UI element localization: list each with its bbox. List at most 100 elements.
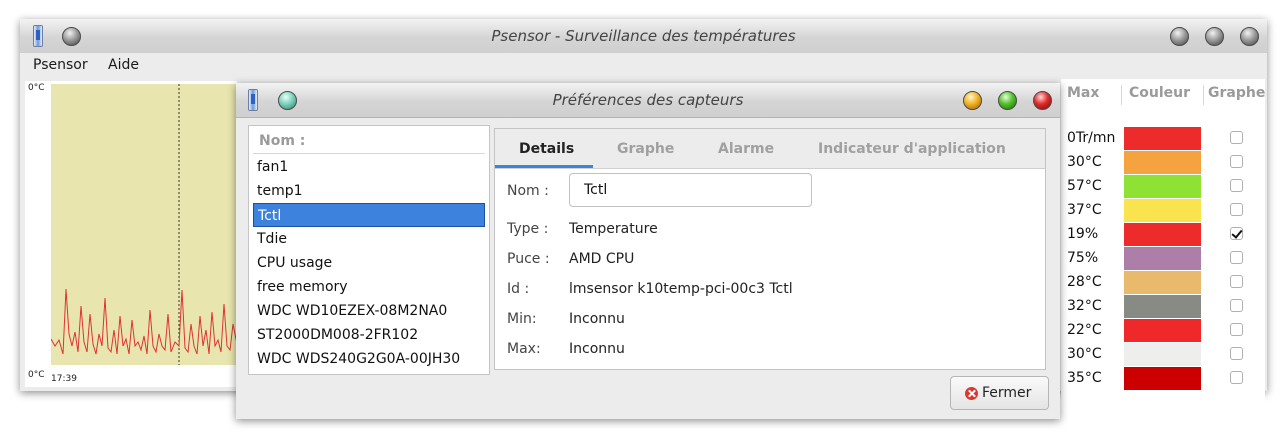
- color-swatch[interactable]: [1124, 343, 1201, 366]
- main-window-title: Psensor - Surveillance des températures: [491, 27, 796, 45]
- sensor-summary-table: Max Couleur Graphe 0Tr/mn 30°C 57°C 37°C 19%…: [1061, 79, 1265, 405]
- sensor-preferences-dialog: Préférences des capteurs Nom : fan1 temp1…: [236, 83, 1060, 419]
- maximize-button[interactable]: [998, 91, 1017, 110]
- graph-checkbox[interactable]: [1230, 371, 1243, 384]
- max-value: 37°C: [1067, 202, 1102, 218]
- column-header-graph[interactable]: Graphe: [1208, 85, 1265, 109]
- sensor-list-header[interactable]: Nom :: [253, 129, 485, 154]
- graph-y-bottom-label: 0°C: [28, 370, 45, 380]
- sensor-list-item[interactable]: free memory: [253, 275, 485, 299]
- id-label: Id :: [507, 281, 530, 297]
- column-separator: [1203, 85, 1204, 105]
- sensor-summary-row[interactable]: 30°C: [1061, 343, 1265, 367]
- column-header-max[interactable]: Max: [1067, 85, 1099, 109]
- sensor-summary-row[interactable]: 32°C: [1061, 295, 1265, 319]
- max-value: 32°C: [1067, 298, 1102, 314]
- menubar: Psensor Aide: [20, 53, 1267, 79]
- chip-label: Puce :: [507, 251, 550, 267]
- color-swatch[interactable]: [1124, 271, 1201, 294]
- minimize-button[interactable]: [1170, 27, 1189, 46]
- tab-graphe[interactable]: Graphe: [617, 141, 674, 157]
- max-label: Max:: [507, 341, 541, 357]
- color-swatch[interactable]: [1124, 175, 1201, 198]
- close-button[interactable]: [1033, 91, 1052, 110]
- sensor-list-item[interactable]: Tctl: [253, 203, 485, 227]
- max-value: 30°C: [1067, 154, 1102, 170]
- sensor-summary-row[interactable]: 19%: [1061, 223, 1265, 247]
- graph-y-top-label: 0°C: [28, 83, 45, 93]
- name-label: Nom :: [507, 183, 549, 199]
- graph-lines: [51, 84, 237, 365]
- max-value: 30°C: [1067, 346, 1102, 362]
- menu-aide[interactable]: Aide: [108, 57, 139, 73]
- id-value: lmsensor k10temp-pci-00c3 Tctl: [569, 281, 793, 297]
- max-value: 75%: [1067, 250, 1099, 266]
- graph-checkbox[interactable]: [1230, 323, 1243, 336]
- menu-psensor[interactable]: Psensor: [33, 57, 88, 73]
- min-value: Inconnu: [569, 311, 625, 327]
- minimize-button[interactable]: [963, 91, 982, 110]
- column-header-color[interactable]: Couleur: [1129, 85, 1190, 109]
- close-button[interactable]: [1240, 27, 1259, 46]
- active-tab-indicator: [495, 165, 593, 168]
- graph-checkbox[interactable]: [1230, 347, 1243, 360]
- sensor-list-item[interactable]: ST2000DM008-2FR102: [253, 323, 485, 347]
- sensor-summary-row[interactable]: 37°C: [1061, 199, 1265, 223]
- close-dialog-label: Fermer: [982, 385, 1032, 401]
- sensor-list-item[interactable]: CPU usage: [253, 251, 485, 275]
- color-swatch[interactable]: [1124, 199, 1201, 222]
- dialog-title: Préférences des capteurs: [552, 91, 744, 109]
- sensor-summary-row[interactable]: 22°C: [1061, 319, 1265, 343]
- maximize-button[interactable]: [1205, 27, 1224, 46]
- sensor-summary-row[interactable]: 28°C: [1061, 271, 1265, 295]
- sensor-list-item[interactable]: temp1: [253, 179, 485, 203]
- max-value: 19%: [1067, 226, 1099, 242]
- graph-plot-area: [51, 84, 237, 365]
- max-value: 0Tr/mn: [1067, 130, 1116, 146]
- close-dialog-button[interactable]: Fermer: [950, 376, 1049, 410]
- graph-x-time-label: 17:39: [51, 374, 77, 384]
- sensor-list[interactable]: Nom : fan1 temp1 Tctl Tdie CPU usage free mem…: [248, 125, 490, 375]
- graph-checkbox[interactable]: [1230, 179, 1243, 192]
- temperature-graph: 0°C 0°C 17:39: [25, 81, 237, 387]
- sensor-list-item[interactable]: Tdie: [253, 227, 485, 251]
- graph-checkbox[interactable]: [1230, 131, 1243, 144]
- sensor-summary-row[interactable]: 0Tr/mn: [1061, 127, 1265, 151]
- color-swatch[interactable]: [1124, 223, 1201, 246]
- max-value: 57°C: [1067, 178, 1102, 194]
- type-value: Temperature: [569, 221, 658, 237]
- color-swatch[interactable]: [1124, 127, 1201, 150]
- sensor-summary-row[interactable]: 75%: [1061, 247, 1265, 271]
- tab-bar: Details Graphe Alarme Indicateur d'appli…: [495, 129, 1045, 169]
- color-swatch[interactable]: [1124, 367, 1201, 390]
- color-swatch[interactable]: [1124, 295, 1201, 318]
- column-separator: [1121, 85, 1122, 105]
- tab-details[interactable]: Details: [519, 141, 574, 157]
- color-swatch[interactable]: [1124, 151, 1201, 174]
- sensor-summary-row[interactable]: 30°C: [1061, 151, 1265, 175]
- color-swatch[interactable]: [1124, 247, 1201, 270]
- tab-alarme[interactable]: Alarme: [718, 141, 774, 157]
- graph-checkbox[interactable]: [1230, 203, 1243, 216]
- graph-checkbox[interactable]: [1230, 299, 1243, 312]
- dialog-titlebar[interactable]: Préférences des capteurs: [236, 83, 1060, 118]
- sensor-summary-row[interactable]: 35°C: [1061, 367, 1265, 391]
- chip-value: AMD CPU: [569, 251, 635, 267]
- main-titlebar[interactable]: Psensor - Surveillance des températures: [20, 19, 1267, 54]
- max-value: 28°C: [1067, 274, 1102, 290]
- sensor-summary-row[interactable]: 57°C: [1061, 175, 1265, 199]
- graph-checkbox[interactable]: [1230, 275, 1243, 288]
- graph-checkbox[interactable]: [1230, 251, 1243, 264]
- sensor-list-item[interactable]: fan1: [253, 155, 485, 179]
- sensor-list-item[interactable]: WDC WDS240G2G0A-00JH30: [253, 347, 485, 371]
- details-notebook: Details Graphe Alarme Indicateur d'appli…: [494, 128, 1046, 370]
- sensor-list-item[interactable]: WDC WD10EZEX-08M2NA0: [253, 299, 485, 323]
- tab-indicateur[interactable]: Indicateur d'application: [818, 141, 1006, 157]
- graph-checkbox[interactable]: [1230, 155, 1243, 168]
- color-swatch[interactable]: [1124, 319, 1201, 342]
- name-input[interactable]: Tctl: [569, 173, 812, 207]
- close-circle-icon: [965, 387, 978, 400]
- max-value: Inconnu: [569, 341, 625, 357]
- type-label: Type :: [507, 221, 549, 237]
- graph-checkbox[interactable]: [1230, 227, 1243, 240]
